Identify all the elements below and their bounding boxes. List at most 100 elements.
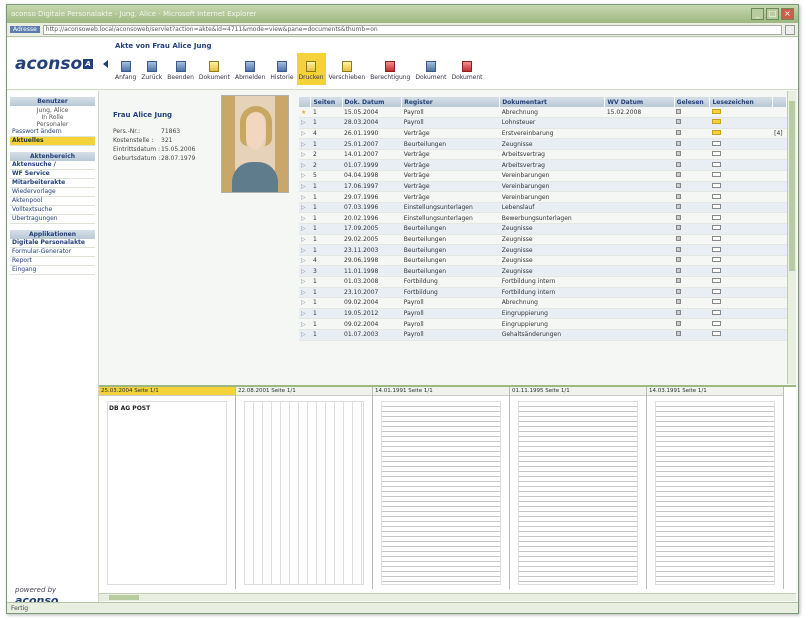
- table-row[interactable]: ▷ 1 19.05.2012 Payroll Eingruppierung: [299, 308, 787, 320]
- bookmark-icon[interactable]: [711, 214, 721, 220]
- maximize-button[interactable]: □: [766, 8, 779, 20]
- table-cell[interactable]: ▷: [299, 117, 311, 129]
- table-cell[interactable]: ▷: [299, 244, 311, 256]
- bookmark-icon[interactable]: [711, 161, 721, 167]
- table-cell[interactable]: ▷: [299, 170, 311, 182]
- table-cell[interactable]: ▷: [299, 234, 311, 246]
- column-header[interactable]: [299, 97, 312, 107]
- table-row[interactable]: ▷ 1 07.03.1996 Einstellungsunterlagen Lebens…: [299, 202, 787, 214]
- table-cell[interactable]: ▷: [299, 128, 311, 140]
- toolbar-button-2[interactable]: Beenden: [165, 53, 196, 85]
- sidebar-item[interactable]: Digitale Personalakte: [10, 239, 95, 248]
- bookmark-icon[interactable]: [711, 299, 721, 305]
- table-row[interactable]: ▷ 1 17.06.1997 Verträge Vereinbarungen: [299, 181, 787, 193]
- read-checkbox-icon[interactable]: [676, 278, 682, 284]
- bookmark-icon[interactable]: [711, 288, 721, 294]
- table-row[interactable]: ▷ 1 01.03.2008 Fortbildung Fortbildung inter…: [299, 276, 787, 288]
- sidebar-item[interactable]: Aktuelles: [10, 137, 95, 146]
- table-row[interactable]: ▷ 5 04.04.1998 Verträge Vereinbarungen: [299, 170, 787, 182]
- column-header[interactable]: Gelesen: [674, 97, 711, 107]
- table-cell[interactable]: ▷: [299, 212, 311, 225]
- table-cell[interactable]: ▷: [299, 202, 311, 214]
- read-checkbox-icon[interactable]: [676, 172, 682, 178]
- table-cell[interactable]: ▷: [299, 276, 311, 288]
- sidebar-item[interactable]: Aktensuche /: [10, 161, 95, 170]
- bookmark-icon[interactable]: [711, 108, 721, 114]
- table-scrollbar[interactable]: [787, 91, 796, 384]
- bookmark-icon[interactable]: [711, 193, 721, 199]
- bookmark-icon[interactable]: [711, 204, 721, 210]
- bookmark-icon[interactable]: [711, 267, 721, 273]
- table-row[interactable]: ▷ 1 28.03.2004 Payroll Lohnsteuer: [299, 117, 787, 129]
- table-row[interactable]: ▷ 1 09.02.2004 Payroll Abrechnung: [299, 297, 787, 309]
- toolbar-button-6[interactable]: Drucken: [296, 53, 326, 85]
- bookmark-icon[interactable]: [711, 140, 721, 146]
- table-cell[interactable]: ▷: [299, 255, 311, 267]
- toolbar-button-5[interactable]: Historie: [268, 53, 295, 85]
- column-header[interactable]: WV Datum: [604, 97, 675, 107]
- sidebar-item[interactable]: Volltextsuche: [10, 206, 95, 215]
- bookmark-icon[interactable]: [711, 278, 721, 284]
- read-checkbox-icon[interactable]: [676, 161, 682, 167]
- read-checkbox-icon[interactable]: [676, 151, 682, 157]
- table-cell[interactable]: ▷: [299, 329, 311, 341]
- read-checkbox-icon[interactable]: [676, 204, 682, 210]
- read-checkbox-icon[interactable]: [676, 310, 682, 316]
- thumbnail-page[interactable]: 14.01.1991 Seite 1/1: [373, 387, 510, 589]
- table-row[interactable]: ▷ 1 23.11.2003 Beurteilungen Zeugnisse: [299, 244, 787, 256]
- go-button[interactable]: [785, 24, 795, 35]
- table-cell[interactable]: ▷: [299, 265, 311, 277]
- sidebar-item[interactable]: Aktenpool: [10, 197, 95, 206]
- read-checkbox-icon[interactable]: [676, 320, 682, 326]
- table-row[interactable]: ★ 1 15.05.2004 Payroll Abrechnung 15.02.2008: [299, 107, 787, 119]
- sidebar-item[interactable]: Eingang: [10, 266, 95, 275]
- table-cell[interactable]: ▷: [299, 181, 311, 193]
- table-row[interactable]: ▷ 1 17.09.2005 Beurteilungen Zeugnisse: [299, 223, 787, 235]
- table-cell[interactable]: ▷: [299, 297, 311, 309]
- thumbnail-page[interactable]: 25.03.2004 Seite 1/1 DB AG POST: [99, 387, 236, 589]
- read-checkbox-icon[interactable]: [676, 246, 682, 252]
- column-header[interactable]: Dok. Datum: [342, 97, 403, 107]
- column-header[interactable]: Seiten: [310, 97, 343, 107]
- table-row[interactable]: ▷ 1 09.02.2004 Payroll Eingruppierung: [299, 318, 787, 330]
- table-row[interactable]: ▷ 4 26.01.1990 Verträge Erstvereinbarung [4]: [299, 128, 787, 140]
- read-checkbox-icon[interactable]: [676, 193, 682, 199]
- table-cell[interactable]: ▷: [299, 287, 311, 299]
- sidebar-item[interactable]: Wiedervorlage: [10, 188, 95, 197]
- read-checkbox-icon[interactable]: [676, 267, 682, 273]
- table-row[interactable]: ▷ 2 01.07.1999 Verträge Arbeitsvertrag: [299, 159, 787, 172]
- toolbar-button-9[interactable]: Dokument: [413, 53, 448, 85]
- bookmark-icon[interactable]: [711, 151, 721, 157]
- bookmark-icon[interactable]: [711, 182, 721, 188]
- table-cell[interactable]: ▷: [299, 308, 311, 320]
- read-checkbox-icon[interactable]: [676, 331, 682, 337]
- table-cell[interactable]: ▷: [299, 191, 311, 203]
- toolbar-button-1[interactable]: Zurück: [139, 53, 164, 85]
- toolbar-button-0[interactable]: Anfang: [113, 53, 138, 85]
- column-header[interactable]: [772, 97, 788, 107]
- sidebar-item[interactable]: Report: [10, 257, 95, 266]
- read-checkbox-icon[interactable]: [676, 129, 682, 135]
- collapse-arrow-icon[interactable]: [103, 60, 108, 68]
- bookmark-icon[interactable]: [711, 310, 721, 316]
- bookmark-icon[interactable]: [711, 129, 721, 135]
- sidebar-item[interactable]: Formular-Generator: [10, 248, 95, 257]
- bookmark-icon[interactable]: [711, 235, 721, 241]
- toolbar-button-10[interactable]: Dokument: [449, 53, 484, 85]
- bookmark-icon[interactable]: [711, 172, 721, 178]
- scrollbar-thumb[interactable]: [789, 101, 795, 271]
- thumbnail-page[interactable]: 01.11.1995 Seite 1/1: [510, 387, 647, 589]
- bookmark-icon[interactable]: [711, 119, 721, 125]
- close-button[interactable]: ×: [781, 8, 794, 20]
- table-row[interactable]: ▷ 1 23.10.2007 Fortbildung Fortbildung inter…: [299, 287, 787, 299]
- read-checkbox-icon[interactable]: [676, 119, 682, 125]
- bookmark-icon[interactable]: [711, 320, 721, 326]
- read-checkbox-icon[interactable]: [676, 299, 682, 305]
- bookmark-icon[interactable]: [711, 331, 721, 337]
- thumbnail-page[interactable]: 22.08.2001 Seite 1/1: [236, 387, 373, 589]
- table-row[interactable]: ▷ 1 25.01.2007 Beurteilungen Zeugnisse: [299, 138, 787, 150]
- sidebar-item[interactable]: Mitarbeiterakte: [10, 179, 95, 188]
- table-row[interactable]: ▷ 2 14.01.2007 Verträge Arbeitsvertrag: [299, 149, 787, 161]
- toolbar-button-8[interactable]: Berechtigung: [368, 53, 412, 85]
- bookmark-icon[interactable]: [711, 225, 721, 231]
